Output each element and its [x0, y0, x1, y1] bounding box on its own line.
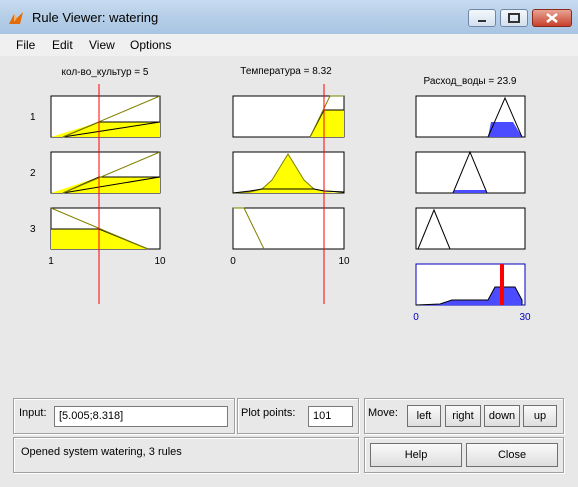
title-bar: Rule Viewer: watering — [0, 0, 578, 35]
input2-header: Температура = 8.32 — [240, 66, 332, 77]
plot-points-label: Plot points: — [241, 407, 296, 419]
rule-viewer-window: Rule Viewer: watering File Edit View Opt… — [0, 0, 578, 487]
output-header: Расход_воды = 23.9 — [424, 76, 517, 87]
menu-file[interactable]: File — [16, 38, 35, 52]
plot-points-field[interactable]: 101 — [308, 406, 353, 427]
maximize-button[interactable] — [500, 9, 528, 27]
rule-number-3: 3 — [30, 224, 36, 235]
menu-bar: File Edit View Options — [0, 34, 578, 56]
minimize-button[interactable] — [468, 9, 496, 27]
move-right-button[interactable]: right — [445, 405, 481, 427]
close-icon — [546, 13, 558, 23]
output-max-label: 30 — [519, 312, 531, 323]
input1-min-label: 1 — [48, 256, 54, 267]
status-text: Opened system watering, 3 rules — [21, 446, 182, 458]
input-box: Input: [5.005;8.318] — [13, 398, 235, 434]
move-down-button[interactable]: down — [484, 405, 520, 427]
rule3-input1-plot — [50, 207, 161, 250]
action-box: Help Close — [364, 437, 564, 473]
window-title: Rule Viewer: watering — [32, 10, 159, 25]
input-label: Input: — [19, 407, 47, 419]
move-box: Move: left right down up — [364, 398, 564, 434]
control-panel: Input: [5.005;8.318] Plot points: 101 Mo… — [0, 392, 578, 487]
menu-view[interactable]: View — [89, 38, 115, 52]
rule2-output-plot — [415, 150, 526, 194]
move-left-button[interactable]: left — [407, 405, 441, 427]
output-min-label: 0 — [413, 312, 419, 323]
rule-number-1: 1 — [30, 112, 36, 123]
aggregated-output-plot — [415, 263, 526, 306]
status-box: Opened system watering, 3 rules — [13, 437, 359, 473]
input1-max-label: 10 — [154, 256, 166, 267]
move-up-button[interactable]: up — [523, 405, 557, 427]
rule1-input2-plot — [232, 95, 345, 138]
rule1-output-plot — [415, 95, 526, 138]
menu-edit[interactable]: Edit — [52, 38, 73, 52]
help-button[interactable]: Help — [370, 443, 462, 467]
rule2-input1-plot — [50, 151, 161, 194]
matlab-app-icon — [9, 12, 23, 24]
close-window-button[interactable] — [532, 9, 572, 27]
rule3-output-plot — [415, 207, 526, 250]
rule1-input1-plot — [50, 95, 161, 138]
rule-plot-area: кол-во_культур = 5 Температура = 8.32 Ра… — [30, 66, 531, 323]
plot-points-box: Plot points: 101 — [237, 398, 359, 434]
rule2-input2-plot — [232, 151, 345, 194]
input2-min-label: 0 — [230, 256, 236, 267]
input1-header: кол-во_культур = 5 — [62, 67, 149, 78]
input-vector-field[interactable]: [5.005;8.318] — [54, 406, 228, 427]
rule-number-2: 2 — [30, 168, 36, 179]
menu-options[interactable]: Options — [130, 38, 171, 52]
rule3-input2-plot — [232, 207, 345, 250]
close-button[interactable]: Close — [466, 443, 558, 467]
input2-max-label: 10 — [338, 256, 350, 267]
minimize-icon — [478, 20, 486, 22]
move-label: Move: — [368, 407, 398, 419]
maximize-icon — [508, 13, 520, 23]
